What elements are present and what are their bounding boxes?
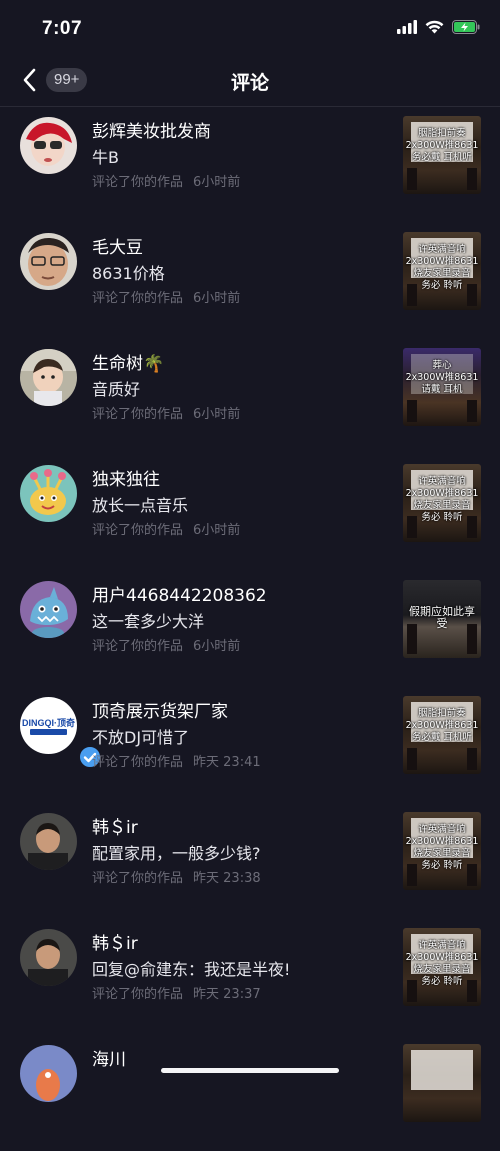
comment-action: 评论了你的作品 [92,755,184,770]
comment-time: 6小时前 [193,639,241,654]
avatar[interactable] [20,233,77,290]
video-thumbnail[interactable] [403,1044,481,1122]
battery-charging-icon [452,20,480,34]
comment-author[interactable]: 生命树🌴 [92,349,164,374]
comment-row[interactable]: 海川 [0,1035,500,1151]
avatar[interactable] [20,117,77,174]
comment-author[interactable]: 彭辉美妆批发商 [92,117,211,142]
avatar[interactable] [20,813,77,870]
thumbnail-caption: 假期应如此享受 [409,605,475,630]
thumbnail-caption: 葬心 2x300W推8631 请戴 耳机 [405,360,479,395]
comment-time: 昨天 23:37 [193,987,261,1002]
comment-row[interactable]: 用户4468442208362 这一套多少大洋 评论了你的作品 6小时前 假期应如… [0,571,500,687]
brand-logo: DINGQI·顶奇 [20,697,77,754]
comment-meta: 评论了你的作品 6小时前 [92,403,240,422]
comment-row[interactable]: 独来独往 放长一点音乐 评论了你的作品 6小时前 许英满音响 2x300W推863… [0,455,500,571]
comment-meta: 评论了你的作品 6小时前 [92,519,240,538]
comment-action: 评论了你的作品 [92,291,184,306]
video-thumbnail[interactable]: 假期应如此享受 [403,580,481,658]
avatar[interactable]: DINGQI·顶奇 [20,697,102,769]
comment-time: 6小时前 [193,407,241,422]
thumbnail-caption: 胭脂扣前奏 2x300W推8631 务必戴 耳机听 [405,128,479,163]
comment-action: 评论了你的作品 [92,175,184,190]
video-thumbnail[interactable]: 胭脂扣前奏 2x300W推8631 务必戴 耳机听 [403,116,481,194]
video-thumbnail[interactable]: 许英满音响 2x300W推8631 烧友家里录音 务必 聆听 [403,232,481,310]
thumbnail-caption: 许英满音响 2x300W推8631 烧友家里录音 务必 聆听 [405,824,479,871]
nav-bar: 99+ 评论 [0,56,500,107]
page-title: 评论 [230,72,269,94]
comment-author[interactable]: 顶奇展示货架厂家 [92,697,228,722]
comment-action: 评论了你的作品 [92,871,184,886]
comment-text: 这一套多少大洋 [92,612,205,631]
comment-row[interactable]: 韩＄ir 回复@俞建东：我还是半夜! 评论了你的作品 昨天 23:37 许英满音响… [0,919,500,1035]
comment-author[interactable]: 用户4468442208362 [92,581,267,606]
comment-list: 彭辉美妆批发商 牛B 评论了你的作品 6小时前 胭脂扣前奏 2x300W推8631… [0,107,500,1151]
comment-action: 评论了你的作品 [92,523,184,538]
video-thumbnail[interactable]: 胭脂扣前奏 2x300W推8631 务必戴 耳机听 [403,696,481,774]
comment-text: 不放DJ可惜了 [92,728,190,747]
comment-author[interactable]: 海川 [92,1045,126,1070]
video-thumbnail[interactable]: 许英满音响 2x300W推8631 烧友家里录音 务必 聆听 [403,928,481,1006]
home-indicator[interactable] [161,1068,339,1073]
comment-meta: 评论了你的作品 昨天 23:41 [92,751,261,770]
thumbnail-caption: 许英满音响 2x300W推8631 烧友家里录音 务必 聆听 [405,476,479,523]
comment-text: 回复@俞建东：我还是半夜! [92,960,291,979]
avatar[interactable] [20,1045,77,1102]
comment-author[interactable]: 独来独往 [92,465,160,490]
comment-author[interactable]: 韩＄ir [92,929,138,954]
comment-time: 6小时前 [193,175,241,190]
avatar[interactable] [20,349,77,406]
status-icons [397,20,480,34]
comment-time: 昨天 23:41 [193,755,261,770]
comment-text: 配置家用，一般多少钱? [92,844,261,863]
comment-text: 8631价格 [92,264,165,283]
avatar[interactable] [20,465,77,522]
comment-time: 6小时前 [193,291,241,306]
comment-action: 评论了你的作品 [92,407,184,422]
comment-row[interactable]: DINGQI·顶奇 顶奇展示货架厂家 不放DJ可惜了 评论了你的作品 昨天 23:… [0,687,500,803]
comment-author[interactable]: 韩＄ir [92,813,138,838]
cellular-signal-icon [397,20,417,34]
comment-row[interactable]: 毛大豆 8631价格 评论了你的作品 6小时前 许英满音响 2x300W推8631… [0,223,500,339]
logo-text: DINGQI·顶奇 [22,718,75,728]
comment-time: 6小时前 [193,523,241,538]
comment-action: 评论了你的作品 [92,639,184,654]
comment-row[interactable]: 彭辉美妆批发商 牛B 评论了你的作品 6小时前 胭脂扣前奏 2x300W推8631… [0,107,500,223]
comment-text: 牛B [92,148,119,167]
comment-meta: 评论了你的作品 昨天 23:37 [92,983,261,1002]
comment-meta: 评论了你的作品 6小时前 [92,635,240,654]
comment-action: 评论了你的作品 [92,987,184,1002]
thumbnail-caption: 胭脂扣前奏 2x300W推8631 务必戴 耳机听 [405,708,479,743]
comment-row[interactable]: 生命树🌴 音质好 评论了你的作品 6小时前 葬心 2x300W推8631 请戴 耳… [0,339,500,455]
comment-text: 放长一点音乐 [92,496,189,515]
comment-text: 音质好 [92,380,141,399]
status-bar: 7:07 [0,0,500,56]
thumbnail-caption: 许英满音响 2x300W推8631 烧友家里录音 务必 聆听 [405,940,479,987]
comment-meta: 评论了你的作品 昨天 23:38 [92,867,261,886]
wifi-icon [425,20,444,34]
avatar[interactable] [20,581,77,638]
video-thumbnail[interactable]: 许英满音响 2x300W推8631 烧友家里录音 务必 聆听 [403,812,481,890]
comment-time: 昨天 23:38 [193,871,261,886]
comment-meta: 评论了你的作品 6小时前 [92,287,240,306]
status-time: 7:07 [42,18,83,39]
comment-row[interactable]: 韩＄ir 配置家用，一般多少钱? 评论了你的作品 昨天 23:38 许英满音响 2… [0,803,500,919]
video-thumbnail[interactable]: 许英满音响 2x300W推8631 烧友家里录音 务必 聆听 [403,464,481,542]
video-thumbnail[interactable]: 葬心 2x300W推8631 请戴 耳机 [403,348,481,426]
avatar[interactable] [20,929,77,986]
comment-meta: 评论了你的作品 6小时前 [92,171,240,190]
comment-author[interactable]: 毛大豆 [92,233,143,258]
thumbnail-caption: 许英满音响 2x300W推8631 烧友家里录音 务必 聆听 [405,244,479,291]
